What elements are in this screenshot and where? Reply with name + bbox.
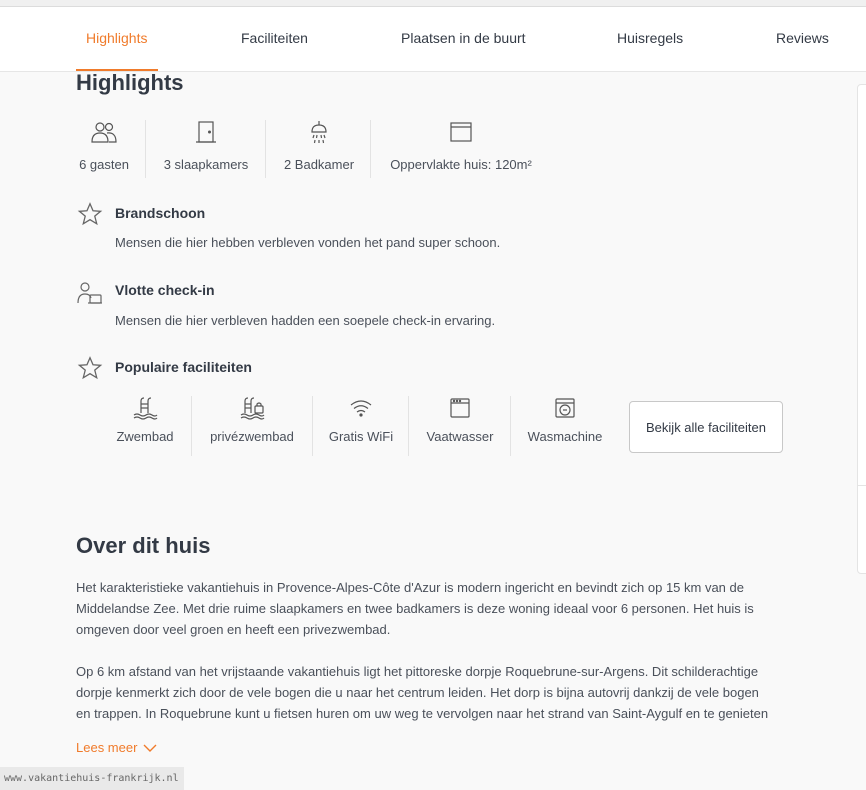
highlight-brandschoon-description: Mensen die hier hebben verbleven vonden … — [115, 235, 501, 250]
highlights-title: Highlights — [76, 70, 184, 95]
shower-icon — [280, 118, 358, 146]
about-paragraph-line: omgeven door veel groen en heeft een pri… — [76, 622, 391, 637]
about-paragraph-2: Op 6 km afstand van het vrijstaande vaka… — [76, 661, 816, 724]
chevron-down-icon — [143, 743, 157, 753]
pool-icon — [112, 394, 178, 422]
stat-divider — [145, 120, 146, 178]
highlight-popular-facilities-title: Populaire faciliteiten — [115, 359, 252, 375]
tab-highlights[interactable]: Highlights — [86, 30, 147, 46]
facility-divider — [510, 396, 511, 456]
tab-reviews[interactable]: Reviews — [776, 30, 829, 46]
area-icon — [385, 118, 537, 146]
door-icon — [160, 118, 252, 146]
tab-huisregels[interactable]: Huisregels — [617, 30, 683, 46]
private-pool-icon — [205, 394, 299, 422]
facility-vaatwasser-label: Vaatwasser — [426, 429, 494, 444]
about-paragraph-line: Op 6 km afstand van het vrijstaande vaka… — [76, 664, 759, 679]
star-icon — [77, 355, 103, 381]
facility-wifi: Gratis WiFi — [326, 394, 396, 456]
view-all-facilities-button[interactable]: Bekijk alle faciliteiten — [629, 401, 783, 453]
about-paragraph-line: Het karakteristieke vakantiehuis in Prov… — [76, 580, 744, 595]
facility-privezwembad-label: privézwembad — [210, 429, 294, 444]
facility-privezwembad: privézwembad — [205, 394, 299, 456]
about-paragraph-line: dorpje kenmerkt zich door de vele bogen … — [76, 685, 759, 700]
stat-bathrooms-label: 2 Badkamer — [283, 157, 355, 172]
facility-wasmachine: Wasmachine — [524, 394, 606, 456]
facility-divider — [312, 396, 313, 456]
watermark: www.vakantiehuis-frankrijk.nl — [0, 767, 184, 790]
stat-area: Oppervlakte huis: 120m² — [385, 118, 537, 180]
wifi-icon — [326, 394, 396, 422]
stat-bedrooms: 3 slaapkamers — [160, 118, 252, 180]
stat-divider — [370, 120, 371, 178]
booking-panel-edge — [857, 84, 866, 574]
facility-wasmachine-label: Wasmachine — [527, 429, 603, 444]
stat-area-label: Oppervlakte huis: 120m² — [390, 157, 532, 172]
about-title: Over dit huis — [76, 533, 211, 558]
stat-bedrooms-label: 3 slaapkamers — [163, 157, 249, 172]
highlight-checkin-description: Mensen die hier verbleven hadden een soe… — [115, 313, 496, 328]
read-more-label: Lees meer — [76, 740, 138, 755]
about-paragraph-1: Het karakteristieke vakantiehuis in Prov… — [76, 577, 816, 640]
star-icon — [77, 201, 103, 227]
dishwasher-icon — [423, 394, 497, 422]
washing-machine-icon — [524, 394, 606, 422]
tab-plaatsen-in-de-buurt[interactable]: Plaatsen in de buurt — [401, 30, 526, 46]
about-paragraph-line: Middelandse Zee. Met drie ruime slaapkam… — [76, 601, 754, 616]
read-more-link[interactable]: Lees meer — [76, 740, 157, 755]
panel-divider — [858, 485, 866, 486]
stat-divider — [265, 120, 266, 178]
facility-vaatwasser: Vaatwasser — [423, 394, 497, 456]
about-paragraph-line: en trappen. In Roquebrune kunt u fietsen… — [76, 706, 769, 721]
browser-top-strip — [0, 0, 866, 7]
stat-bathrooms: 2 Badkamer — [280, 118, 358, 180]
checkin-icon — [77, 280, 103, 306]
tab-faciliteiten[interactable]: Faciliteiten — [241, 30, 308, 46]
facility-wifi-label: Gratis WiFi — [328, 429, 394, 444]
facility-divider — [191, 396, 192, 456]
stat-guests-label: 6 gasten — [79, 157, 129, 172]
facility-zwembad-label: Zwembad — [116, 429, 174, 444]
highlight-brandschoon-title: Brandschoon — [115, 205, 206, 221]
facility-zwembad: Zwembad — [112, 394, 178, 456]
highlight-checkin-title: Vlotte check-in — [115, 282, 215, 298]
section-navbar: Highlights Faciliteiten Plaatsen in de b… — [0, 7, 866, 72]
guests-icon — [76, 118, 132, 146]
stat-guests: 6 gasten — [76, 118, 132, 180]
facility-divider — [408, 396, 409, 456]
